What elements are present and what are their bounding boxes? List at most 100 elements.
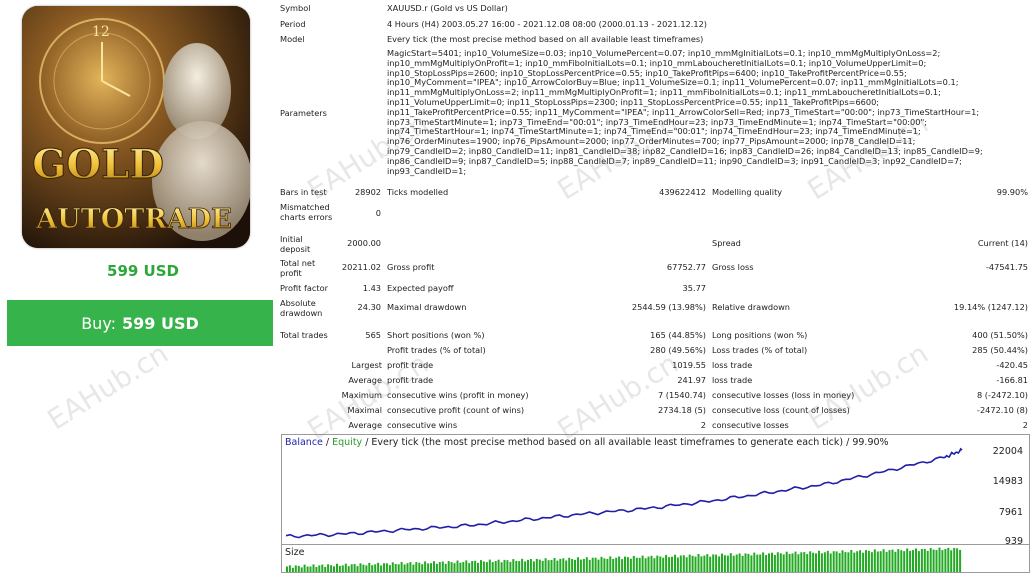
net-profit-label: Total net profit bbox=[280, 258, 316, 278]
size-bar bbox=[650, 555, 653, 572]
maximal-drawdown-value: 2544.59 (13.98%) bbox=[631, 302, 706, 312]
size-bar bbox=[300, 567, 303, 572]
size-bar bbox=[647, 556, 650, 572]
size-bar bbox=[723, 555, 726, 572]
expected-payoff-label: Expected payoff bbox=[387, 283, 454, 293]
size-bar bbox=[659, 556, 662, 572]
size-bar bbox=[744, 553, 747, 572]
size-bar bbox=[712, 554, 715, 572]
size-bar bbox=[571, 559, 574, 572]
y-tick-label: 22004 bbox=[992, 446, 1023, 457]
size-bar bbox=[615, 557, 618, 572]
gross-profit-label: Gross profit bbox=[387, 262, 435, 272]
size-bar bbox=[685, 557, 688, 572]
size-bar bbox=[480, 560, 482, 572]
average-label: Average bbox=[348, 375, 382, 385]
size-bar bbox=[935, 550, 938, 572]
parameters-label: Parameters bbox=[280, 108, 327, 118]
size-bar bbox=[706, 554, 709, 572]
average-profit-label: profit trade bbox=[387, 375, 434, 385]
size-bar bbox=[765, 555, 768, 572]
size-bar bbox=[535, 558, 538, 572]
size-bar bbox=[309, 566, 312, 572]
size-bar bbox=[753, 552, 756, 572]
size-bar bbox=[547, 560, 550, 572]
size-bar bbox=[688, 554, 691, 572]
size-bar bbox=[750, 555, 753, 572]
bars-label: Bars in test bbox=[280, 187, 327, 197]
total-trades-label: Total trades bbox=[280, 330, 328, 340]
size-bar bbox=[903, 551, 906, 572]
size-bar bbox=[671, 556, 673, 572]
size-bar bbox=[456, 560, 459, 572]
maximum-label: Maximum bbox=[341, 390, 382, 400]
size-bar bbox=[867, 550, 870, 572]
size-bar bbox=[441, 561, 444, 572]
size-bar bbox=[521, 558, 524, 572]
size-bar bbox=[812, 552, 815, 572]
size-bar bbox=[847, 552, 850, 572]
max-consecutive-losses-label: consecutive losses (loss in money) bbox=[712, 390, 855, 400]
y-tick-label: 14983 bbox=[992, 476, 1023, 487]
net-profit-value: 20211.02 bbox=[341, 262, 381, 272]
size-bar bbox=[365, 565, 368, 572]
size-bar bbox=[541, 560, 544, 572]
size-bar bbox=[433, 561, 435, 572]
profit-factor-value: 1.43 bbox=[362, 283, 381, 293]
largest-loss-label: loss trade bbox=[712, 360, 753, 370]
size-bar bbox=[347, 566, 350, 572]
size-bar bbox=[941, 550, 944, 572]
mismatched-value: 0 bbox=[375, 208, 381, 218]
product-image: 12 GOLD AUTOTRADE bbox=[22, 6, 250, 248]
size-bar bbox=[762, 552, 765, 572]
absolute-drawdown-label: Absolute drawdown bbox=[280, 298, 323, 318]
buy-button[interactable]: Buy: 599 USD bbox=[7, 300, 273, 346]
size-bar bbox=[929, 548, 932, 572]
size-bar bbox=[574, 559, 576, 572]
largest-label: Largest bbox=[351, 360, 382, 370]
size-bar bbox=[676, 557, 679, 572]
size-bar bbox=[791, 553, 794, 572]
total-trades-value: 565 bbox=[365, 330, 381, 340]
size-bar bbox=[565, 560, 568, 572]
gross-profit-value: 67752.77 bbox=[666, 262, 706, 272]
size-bar bbox=[515, 560, 518, 572]
initial-deposit-label: Initial deposit bbox=[280, 234, 311, 254]
max-consecutive-losses-value: 8 (-2472.10) bbox=[976, 390, 1028, 400]
maximal-drawdown-label: Maximal drawdown bbox=[387, 302, 467, 312]
expected-payoff-value: 35.77 bbox=[682, 283, 706, 293]
size-bar bbox=[803, 552, 806, 572]
gross-loss-value: -47541.75 bbox=[985, 262, 1028, 272]
average-profit-value: 241.97 bbox=[677, 375, 706, 385]
size-bar bbox=[550, 560, 553, 572]
size-bar bbox=[826, 550, 829, 572]
size-bar bbox=[579, 559, 582, 572]
size-bar bbox=[885, 551, 888, 572]
size-bar bbox=[906, 548, 909, 572]
size-bar bbox=[773, 555, 776, 572]
size-bar bbox=[888, 550, 891, 572]
size-bar bbox=[424, 561, 427, 572]
ticks-label: Ticks modelled bbox=[387, 187, 449, 197]
period-label: Period bbox=[280, 19, 306, 29]
size-bar bbox=[568, 557, 571, 572]
size-bar bbox=[338, 565, 341, 572]
size-bar bbox=[891, 549, 894, 572]
size-bar bbox=[315, 567, 318, 572]
balance-chart: Balance / Equity / Every tick (the most … bbox=[281, 434, 1030, 547]
size-bar bbox=[829, 553, 832, 572]
size-bar bbox=[474, 560, 477, 572]
size-bar bbox=[806, 554, 809, 572]
max-consecutive-wins-value: 7 (1540.74) bbox=[657, 390, 706, 400]
quality-value: 99.90% bbox=[996, 187, 1028, 197]
size-bar bbox=[447, 561, 450, 572]
size-bar bbox=[532, 561, 535, 572]
spread-label: Spread bbox=[712, 238, 741, 248]
absolute-drawdown-value: 24.30 bbox=[357, 302, 381, 312]
period-value: 4 Hours (H4) 2003.05.27 16:00 - 2021.12.… bbox=[387, 19, 707, 29]
size-bar bbox=[465, 560, 468, 572]
size-bar bbox=[771, 552, 773, 572]
gross-loss-label: Gross loss bbox=[712, 262, 754, 272]
size-bar bbox=[503, 559, 506, 572]
relative-drawdown-label: Relative drawdown bbox=[712, 302, 790, 312]
